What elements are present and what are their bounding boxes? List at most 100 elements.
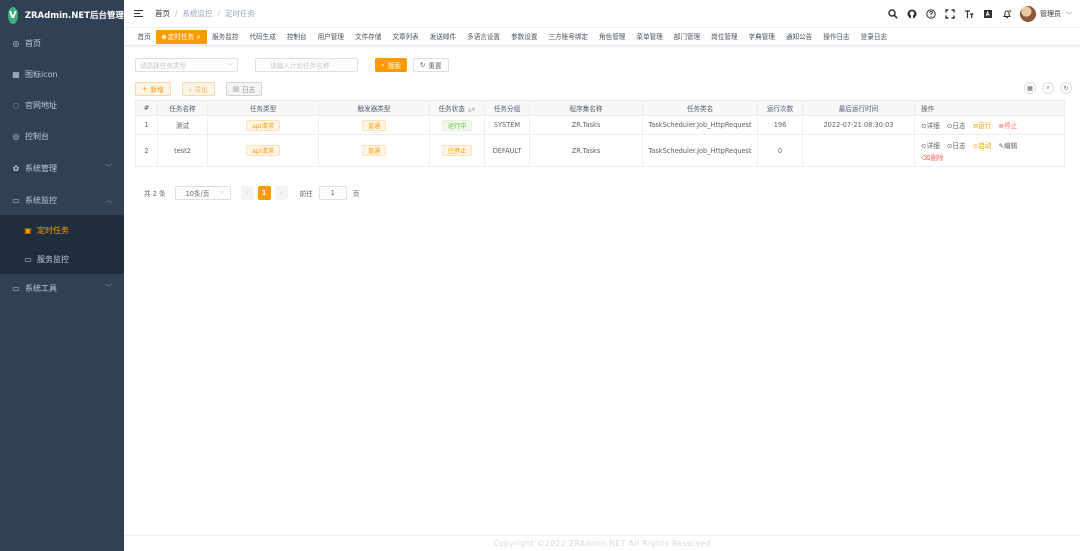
run-link[interactable]: ⊖运行	[973, 122, 992, 130]
hamburger-icon[interactable]	[134, 8, 143, 19]
goto-page-input[interactable]: 1	[318, 186, 347, 200]
col-task-group: 任务分组	[484, 100, 530, 116]
tab-email[interactable]: 发送邮件	[424, 30, 461, 44]
app-logo[interactable]: V ZRAdmin.NET后台管理	[0, 0, 124, 30]
tab-files[interactable]: 文件存储	[350, 30, 387, 44]
sidebar-item-scheduled-tasks[interactable]: ▣ 定时任务	[0, 215, 124, 245]
status-badge: 运行中	[441, 119, 473, 131]
col-trigger-type: 触发器类型	[318, 100, 430, 116]
tab-notices[interactable]: 通知公告	[780, 30, 817, 44]
logo-badge: V	[8, 6, 18, 24]
font-size-icon[interactable]	[964, 9, 974, 19]
page-number-current[interactable]: 1	[257, 186, 271, 200]
trash-icon: ⌫	[921, 153, 931, 162]
tab-depts[interactable]: 部门管理	[668, 30, 705, 44]
footer-copyright: Copyright ©2022 ZRAdmin.NET All Rights R…	[124, 535, 1080, 551]
language-icon[interactable]	[983, 9, 993, 19]
sidebar-item-console[interactable]: ◎ 控制台	[0, 121, 124, 151]
col-last-run: 最后运行时间	[802, 100, 915, 116]
log-link[interactable]: ⊙日志	[947, 122, 966, 130]
sidebar-item-tools[interactable]: ▭ 系统工具 ﹀	[0, 273, 124, 303]
tab-params[interactable]: 参数设置	[506, 30, 543, 44]
detail-link[interactable]: ⊙详细	[921, 122, 940, 130]
breadcrumb-level1[interactable]: 系统监控	[183, 8, 213, 19]
trigger-type-tag: 普通	[361, 119, 387, 131]
tab-login-log[interactable]: 登录日志	[855, 30, 892, 44]
detail-link[interactable]: ⊙详细	[921, 142, 940, 150]
page-unit-label: 页	[352, 190, 360, 198]
col-index: #	[135, 100, 158, 116]
task-name-input[interactable]: 请输入计划任务名称	[255, 58, 358, 72]
col-task-type: 任务类型	[207, 100, 319, 116]
user-name[interactable]: 管理员	[1040, 9, 1061, 19]
delete-link[interactable]: ⌫删除	[921, 152, 1059, 162]
server-icon: ▭	[24, 254, 32, 264]
run-link-label: 运行	[978, 122, 992, 130]
refresh-icon[interactable]: ↻	[1060, 82, 1072, 94]
log-link-label: 日志	[952, 122, 966, 130]
col-run-count: 运行次数	[757, 100, 803, 116]
tab-articles[interactable]: 文章列表	[387, 30, 424, 44]
breadcrumb-home[interactable]: 首页	[155, 8, 170, 19]
col-task-status[interactable]: 任务状态 ▲▼	[429, 100, 485, 116]
close-icon[interactable]: ×	[196, 34, 201, 41]
github-icon[interactable]	[907, 9, 917, 19]
sidebar-item-home[interactable]: ◎ 首页	[0, 28, 124, 58]
prev-page-button[interactable]: ‹	[240, 186, 254, 200]
main-content: 请选择任务类型 ﹀ 请输入计划任务名称 ⌕ 搜索 ↻ 重置 + 新增 ⤓ 导出 …	[124, 46, 1080, 551]
tab-posts[interactable]: 岗位管理	[706, 30, 743, 44]
tab-i18n[interactable]: 多语言设置	[462, 30, 506, 44]
next-page-button[interactable]: ›	[274, 186, 288, 200]
cell-task-type: api请求	[207, 134, 319, 167]
sidebar-item-icons[interactable]: ▦ 图标icon	[0, 59, 124, 89]
right-toolbar: ▦ ⌕ ↻	[1018, 82, 1072, 94]
breadcrumb-separator: /	[175, 9, 178, 18]
chevron-down-icon[interactable]: ﹀	[1066, 10, 1072, 19]
tab-console[interactable]: 控制台	[281, 30, 312, 44]
tab-code-gen[interactable]: 代码生成	[244, 30, 281, 44]
log-button[interactable]: ▤ 日志	[225, 82, 263, 96]
edit-link[interactable]: ✎编辑	[998, 142, 1017, 150]
task-group-select[interactable]: 请选择任务类型 ﹀	[135, 58, 238, 72]
add-button[interactable]: + 新增	[135, 82, 171, 96]
sidebar-item-system[interactable]: ✿ 系统管理 ﹀	[0, 153, 124, 183]
sidebar-item-website[interactable]: ◌ 官网地址	[0, 90, 124, 120]
bell-icon[interactable]	[1002, 9, 1012, 19]
fullscreen-icon[interactable]	[945, 9, 955, 19]
page-size-value: 10条/页	[185, 190, 210, 198]
tab-scheduled-tasks[interactable]: 定时任务 ×	[156, 29, 207, 44]
cell-actions: ⊙详细 ⊙日志 ⊙启动 ✎编辑 ⌫删除	[914, 134, 1065, 167]
search-icon[interactable]	[888, 9, 898, 19]
table-header-row: # 任务名称 任务类型 触发器类型 任务状态 ▲▼ 任务分组 程序集名称 任务类名…	[135, 100, 1065, 116]
tab-home[interactable]: 首页	[132, 30, 156, 44]
page-size-select[interactable]: 10条/页 ﹀	[174, 186, 231, 200]
task-type-tag: api请求	[246, 145, 280, 156]
col-assembly: 程序集名称	[529, 100, 643, 116]
reset-button[interactable]: ↻ 重置	[412, 58, 449, 72]
search-button[interactable]: ⌕ 搜索	[375, 58, 407, 72]
sidebar-item-monitor[interactable]: ▭ 系统监控 ︿	[0, 185, 124, 215]
start-link[interactable]: ⊙启动	[973, 142, 992, 150]
search-toggle-icon[interactable]: ⌕	[1042, 82, 1054, 94]
export-button[interactable]: ⤓ 导出	[181, 82, 215, 96]
log-button-label: 日志	[242, 86, 256, 94]
tab-dict[interactable]: 字典管理	[743, 30, 780, 44]
chevron-up-icon: ︿	[105, 196, 112, 204]
tab-oper-log[interactable]: 操作日志	[818, 30, 855, 44]
status-badge: 已停止	[441, 145, 473, 156]
cell-task-status: 运行中	[429, 115, 485, 135]
log-link[interactable]: ⊙日志	[947, 142, 966, 150]
avatar[interactable]	[1019, 6, 1036, 22]
stop-link[interactable]: ⊗停止	[998, 122, 1017, 130]
column-grid-icon[interactable]: ▦	[1024, 82, 1036, 94]
tool-icon: ▭	[12, 283, 20, 293]
tab-third-party[interactable]: 三方账号绑定	[543, 30, 594, 44]
tab-users[interactable]: 用户管理	[312, 30, 349, 44]
clock-icon: ▣	[24, 225, 32, 235]
tab-server-monitor[interactable]: 服务监控	[207, 30, 244, 44]
tab-menus[interactable]: 菜单管理	[631, 30, 668, 44]
sort-icon[interactable]: ▲▼	[468, 107, 476, 113]
sidebar-item-server-monitor[interactable]: ▭ 服务监控	[0, 244, 124, 274]
tab-roles[interactable]: 角色管理	[594, 30, 631, 44]
question-icon[interactable]	[926, 9, 936, 19]
